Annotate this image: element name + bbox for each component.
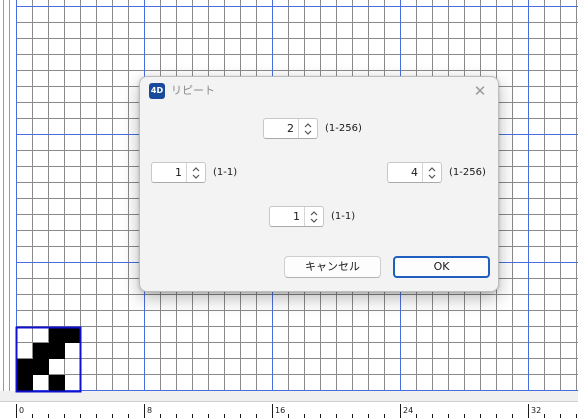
pattern-cell [33, 343, 49, 359]
ok-button[interactable]: OK [393, 256, 490, 278]
repeat-bottom-spinner: 1 (1-1) [269, 206, 355, 227]
ruler-label: 32 [531, 406, 541, 415]
pattern-cell [49, 375, 65, 391]
repeat-top-range: (1-256) [325, 123, 362, 134]
pattern-cell [49, 327, 65, 343]
repeat-left-spinner: 1 (1-1) [151, 162, 237, 183]
chevron-up-down-icon[interactable] [422, 163, 441, 182]
dialog-titlebar: 4D リピート ✕ [140, 77, 498, 107]
repeat-bottom-input[interactable]: 1 [270, 207, 304, 226]
chevron-up-down-icon[interactable] [304, 207, 323, 226]
repeat-top-spinner: 2 (1-256) [263, 118, 362, 139]
repeat-left-input[interactable]: 1 [152, 163, 186, 182]
repeat-left-spin-box: 1 [151, 162, 206, 183]
repeat-right-spinner: 4 (1-256) [387, 162, 486, 183]
chevron-up-down-icon[interactable] [186, 163, 205, 182]
ruler-label: 0 [19, 406, 24, 415]
pattern-cell [65, 327, 81, 343]
repeat-bottom-spin-box: 1 [269, 206, 324, 227]
cancel-button[interactable]: キャンセル [284, 256, 381, 278]
ruler-label: 8 [147, 406, 152, 415]
repeat-left-range: (1-1) [213, 167, 238, 178]
repeat-top-input[interactable]: 2 [264, 119, 298, 138]
pattern-cell [17, 359, 33, 375]
ruler-label: 24 [403, 406, 413, 415]
chevron-up-down-icon[interactable] [298, 119, 317, 138]
pattern-cell [33, 359, 49, 375]
repeat-bottom-range: (1-1) [331, 211, 356, 222]
repeat-right-spin-box: 4 [387, 162, 442, 183]
repeat-right-input[interactable]: 4 [388, 163, 422, 182]
pattern-cell [17, 375, 33, 391]
4d-app-icon: 4D [149, 83, 165, 99]
repeat-dialog: 4D リピート ✕ 2 (1-256) 1 (1-1) 4 (1-256) 1 … [139, 76, 499, 292]
repeat-top-spin-box: 2 [263, 118, 318, 139]
pattern-cell [49, 343, 65, 359]
ruler-label: 16 [275, 406, 285, 415]
close-icon[interactable]: ✕ [470, 81, 490, 101]
dialog-title: リピート [171, 84, 215, 97]
repeat-right-range: (1-256) [449, 167, 486, 178]
